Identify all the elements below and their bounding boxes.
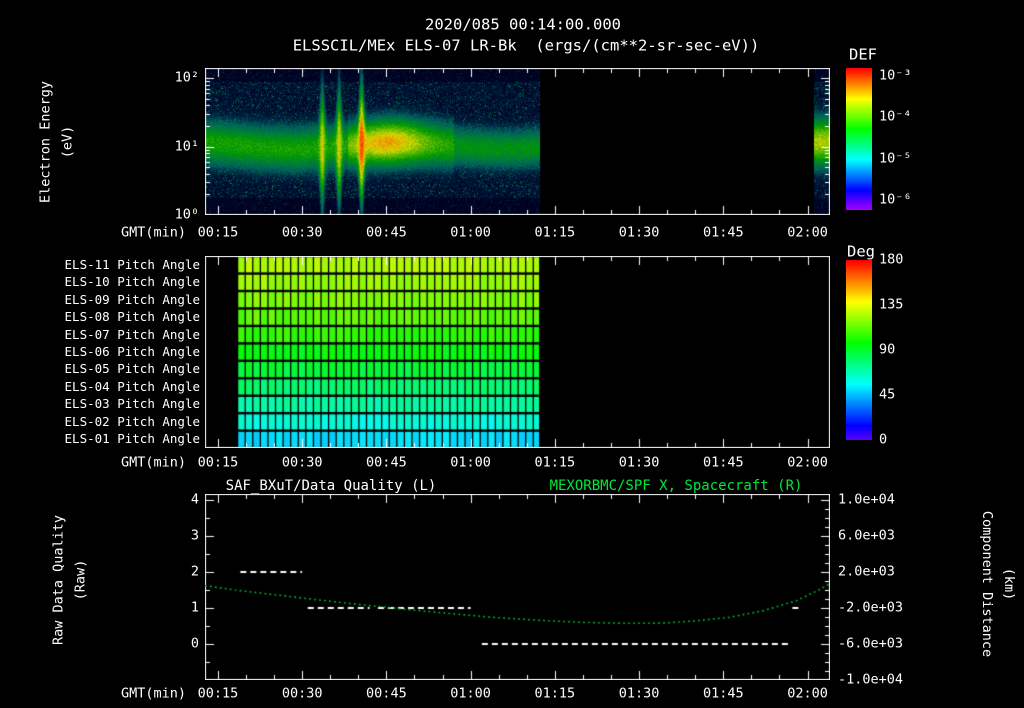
pitch-row-label: ELS-11 Pitch Angle	[64, 256, 200, 272]
x-tick-label: 00:30	[281, 685, 323, 702]
x-tick-label: 00:45	[366, 224, 407, 241]
energy-axis-tick-label: 10²	[174, 69, 199, 86]
distance-axis-tick-label: -1.0e+04	[838, 671, 904, 688]
x-tick-label: 02:00	[787, 454, 828, 471]
quality-axis-tick-label: 1	[190, 599, 199, 616]
line-right-y-axis-label: Component Distance	[978, 510, 995, 658]
pitch-row-label: ELS-03 Pitch Angle	[64, 396, 200, 412]
x-tick-label: 00:15	[197, 685, 239, 702]
x-tick-label: 01:00	[450, 454, 491, 471]
timestamp: 2020/085 00:14:00.000	[425, 15, 621, 34]
x-tick-label: 01:15	[534, 454, 576, 471]
els-summary-plot: 2020/085 00:14:00.000 ELSSCIL/MEx ELS-07…	[0, 0, 1024, 708]
pitch-row-label: ELS-10 Pitch Angle	[64, 273, 200, 289]
x-tick-label: 00:30	[281, 454, 323, 471]
x-tick-label: 01:45	[702, 454, 744, 471]
deg-colorbar-tick-label: 180	[879, 251, 904, 268]
quality-axis-tick-label: 0	[190, 635, 199, 652]
quality-axis-tick-label: 2	[190, 563, 199, 580]
deg-colorbar-tick-label: 135	[879, 296, 904, 313]
x-tick-label: 01:00	[450, 224, 491, 241]
distance-axis-tick-label: 2.0e+03	[838, 563, 895, 580]
quality-axis-tick-label: 4	[190, 491, 199, 508]
quality-distance-canvas	[205, 494, 830, 680]
gmt-axis-label: GMT(min)	[120, 685, 186, 702]
line-title-right: MEXORBMC/SPF X, Spacecraft (R)	[549, 478, 803, 494]
pitch-row-label: ELS-01 Pitch Angle	[64, 431, 200, 447]
x-tick-label: 01:45	[702, 224, 744, 241]
deg-colorbar-tick-label: 0	[879, 431, 888, 448]
pitch-row-label: ELS-06 Pitch Angle	[64, 343, 200, 359]
spectrogram-canvas	[205, 68, 830, 215]
x-tick-label: 01:00	[450, 685, 491, 702]
x-tick-label: 00:30	[281, 224, 323, 241]
pitch-row-label: ELS-04 Pitch Angle	[64, 378, 200, 394]
def-colorbar-tick-label: 10⁻⁶	[879, 191, 912, 208]
x-tick-label: 00:15	[197, 454, 239, 471]
quality-axis-tick-label: 3	[190, 527, 199, 544]
pitch-angle-canvas	[205, 256, 830, 448]
gmt-axis-label: GMT(min)	[120, 454, 186, 471]
def-colorbar-title: DEF	[849, 45, 877, 64]
energy-axis-tick-label: 10⁰	[174, 206, 199, 223]
pitch-row-label: ELS-09 Pitch Angle	[64, 291, 200, 307]
x-tick-label: 01:15	[534, 224, 576, 241]
x-tick-label: 01:15	[534, 685, 576, 702]
distance-axis-tick-label: -2.0e+03	[838, 599, 904, 616]
x-tick-label: 00:45	[366, 685, 407, 702]
plot-title: ELSSCIL/MEx ELS-07 LR-Bk (ergs/(cm**2-sr…	[292, 36, 760, 55]
pitch-row-label: ELS-02 Pitch Angle	[64, 413, 200, 429]
pitch-row-label: ELS-07 Pitch Angle	[64, 326, 200, 342]
spectrogram-y-axis-label: Electron Energy	[37, 81, 54, 203]
gmt-axis-label: GMT(min)	[120, 224, 186, 241]
x-tick-label: 00:45	[366, 454, 407, 471]
def-colorbar-tick-label: 10⁻³	[879, 67, 912, 84]
deg-colorbar-title: Deg	[847, 242, 875, 261]
x-tick-label: 02:00	[787, 685, 828, 702]
deg-colorbar-tick-label: 90	[879, 341, 896, 358]
distance-axis-tick-label: 6.0e+03	[838, 527, 895, 544]
def-colorbar-tick-label: 10⁻⁴	[879, 108, 912, 125]
x-tick-label: 01:30	[618, 685, 660, 702]
deg-colorbar-tick-label: 45	[879, 386, 896, 403]
line-left-y-axis-label: Raw Data Quality	[50, 514, 67, 646]
line-right-y-axis-units: (km)	[1000, 567, 1017, 601]
pitch-row-label: ELS-05 Pitch Angle	[64, 361, 200, 377]
def-colorbar	[846, 68, 872, 210]
line-left-y-axis-units: (Raw)	[72, 559, 89, 601]
x-tick-label: 02:00	[787, 224, 828, 241]
x-tick-label: 00:15	[197, 224, 239, 241]
energy-axis-tick-label: 10¹	[174, 137, 199, 154]
x-tick-label: 01:30	[618, 224, 660, 241]
line-title-left: SAF_BXuT/Data Quality (L)	[225, 478, 437, 494]
distance-axis-tick-label: -6.0e+03	[838, 635, 904, 652]
x-tick-label: 01:30	[618, 454, 660, 471]
pitch-row-label: ELS-08 Pitch Angle	[64, 308, 200, 324]
spectrogram-y-axis-units: (eV)	[59, 125, 76, 159]
deg-colorbar	[846, 260, 872, 440]
distance-axis-tick-label: 1.0e+04	[838, 491, 895, 508]
def-colorbar-tick-label: 10⁻⁵	[879, 149, 912, 166]
x-tick-label: 01:45	[702, 685, 744, 702]
